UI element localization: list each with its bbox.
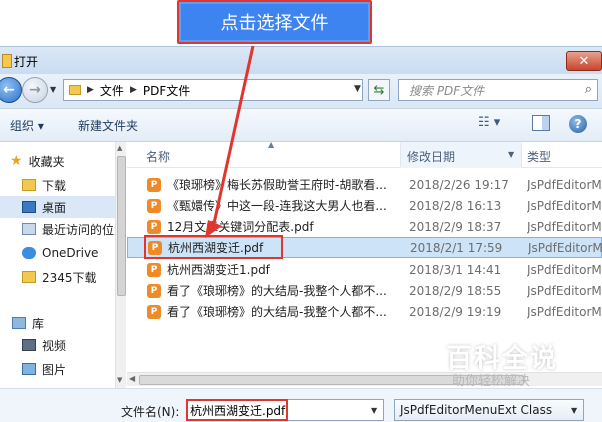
arrow-line	[211, 45, 255, 229]
watermark: 百科全说 助你轻松解决	[428, 330, 598, 390]
watermark-subtitle: 助你轻松解决	[452, 374, 531, 389]
arrow-head-icon	[205, 220, 222, 238]
